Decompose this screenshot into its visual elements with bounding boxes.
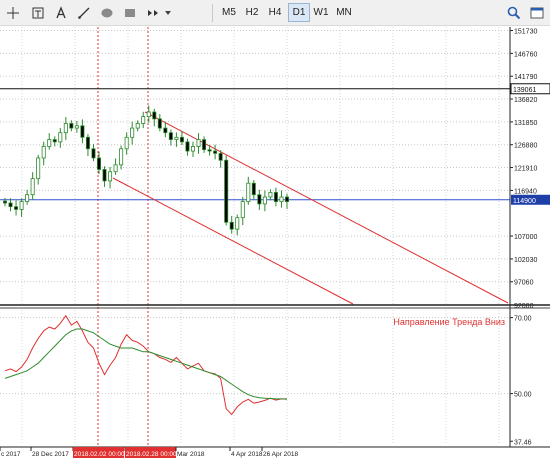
time-tick-label: 2018.02.28 00:00: [126, 451, 177, 458]
timeframe-h4-button[interactable]: H4: [264, 3, 286, 22]
price-tick-label: 121910: [514, 166, 537, 173]
candle-body: [279, 196, 284, 203]
trendline-icon[interactable]: [74, 3, 94, 22]
candle-body: [218, 152, 223, 161]
candle-body: [168, 132, 173, 140]
candle-body: [47, 139, 52, 147]
candle-body: [97, 157, 102, 170]
rsi-tick-label: 50.00: [514, 392, 532, 399]
time-tick-label: 2018.02.02 00:00: [74, 451, 125, 458]
candle-body: [207, 149, 212, 152]
candle-body: [14, 206, 19, 210]
crosshair-icon[interactable]: [3, 3, 23, 22]
candle-body: [41, 146, 46, 159]
price-tag-label: 139061: [513, 87, 536, 94]
candle-body: [146, 111, 151, 118]
rsi-tick-label: 70.00: [514, 316, 532, 323]
timeframe-d1-button[interactable]: D1: [288, 3, 310, 22]
candle-body: [141, 116, 146, 124]
price-tick-label: 107000: [514, 234, 537, 241]
price-chart-area[interactable]: 151730 146760 141790 136820 131850 126880 1219…: [0, 26, 550, 463]
dropdown-caret-icon[interactable]: [163, 3, 173, 22]
timeframe-w1-button[interactable]: W1: [310, 3, 332, 22]
candle-body: [185, 141, 190, 152]
timeframe-mn-button[interactable]: MN: [333, 3, 355, 22]
toolbar-separator: [212, 4, 213, 22]
candle-body: [229, 221, 234, 230]
candle-body: [196, 139, 201, 147]
candle-body: [179, 136, 184, 143]
candle-body: [108, 171, 113, 182]
candle-body: [119, 148, 124, 166]
candle-body: [262, 196, 267, 205]
candle-body: [235, 217, 240, 230]
candle-body: [63, 123, 68, 134]
text-label-icon[interactable]: [28, 3, 48, 22]
candle-body: [257, 194, 262, 205]
chart-toolbar: M5 H2 H4 D1 W1 MN: [0, 0, 550, 26]
candle-body: [246, 182, 251, 203]
trend-annotation: Направление Тренда Вниз: [393, 317, 505, 327]
candle-body: [25, 194, 30, 203]
time-tick-label: 28 Dec 2017: [32, 451, 69, 458]
candle-body: [174, 136, 179, 140]
candle-body: [58, 132, 63, 143]
rectangle-icon[interactable]: [120, 3, 140, 22]
price-tag-label: 114900: [513, 198, 536, 205]
candle-body: [80, 125, 85, 138]
price-tick-label: 102030: [514, 257, 537, 264]
candle-body: [157, 118, 162, 129]
candle-body: [124, 136, 129, 150]
candle-body: [52, 139, 57, 143]
candle-body: [91, 148, 96, 159]
price-tick-label: 151730: [514, 29, 537, 36]
rsi-tick-label: 37.46: [514, 439, 532, 446]
search-icon[interactable]: [505, 3, 523, 22]
price-tick-label: 146760: [514, 51, 537, 58]
candle-body: [240, 201, 245, 219]
candle-body: [85, 136, 90, 150]
chart-window-icon[interactable]: [528, 3, 546, 22]
candle-body: [224, 159, 229, 223]
candle-body: [102, 169, 107, 182]
candle-body: [273, 192, 278, 203]
arrows-icon[interactable]: [143, 3, 163, 22]
time-tick-label: c 2017: [1, 451, 21, 458]
price-tick-label: 141790: [514, 74, 537, 81]
time-tick-label: Mar 2018: [177, 451, 205, 458]
candle-body: [268, 192, 273, 198]
price-tick-label: 131850: [514, 120, 537, 127]
price-tick-label: 116940: [514, 188, 537, 195]
ellipse-icon[interactable]: [97, 3, 117, 22]
candle-body: [152, 111, 157, 120]
candle-body: [251, 182, 256, 196]
candle-body: [3, 200, 8, 204]
price-tick-label: 126880: [514, 143, 537, 150]
candle-body: [202, 139, 207, 151]
candle-body: [163, 127, 168, 134]
text-A-icon[interactable]: [51, 3, 71, 22]
candle-body: [284, 196, 289, 203]
candle-body: [130, 127, 135, 138]
candle-body: [36, 157, 41, 180]
candle-body: [19, 201, 24, 210]
price-tick-label: 97060: [514, 280, 534, 287]
candle-body: [69, 123, 74, 129]
candle-body: [30, 178, 35, 196]
candle-body: [135, 123, 140, 129]
candle-body: [113, 164, 118, 173]
candle-body: [8, 202, 13, 208]
price-tick-label: 92000: [514, 303, 534, 310]
candle-body: [213, 150, 218, 154]
price-tick-label: 136820: [514, 97, 537, 104]
candle-body: [74, 125, 79, 129]
timeframe-m5-button[interactable]: M5: [218, 3, 240, 22]
time-tick-label: 26 Apr 2018: [263, 451, 298, 458]
timeframe-h2-button[interactable]: H2: [241, 3, 263, 22]
candle-body: [190, 146, 195, 152]
time-tick-label: 4 Apr 2018: [231, 451, 263, 458]
